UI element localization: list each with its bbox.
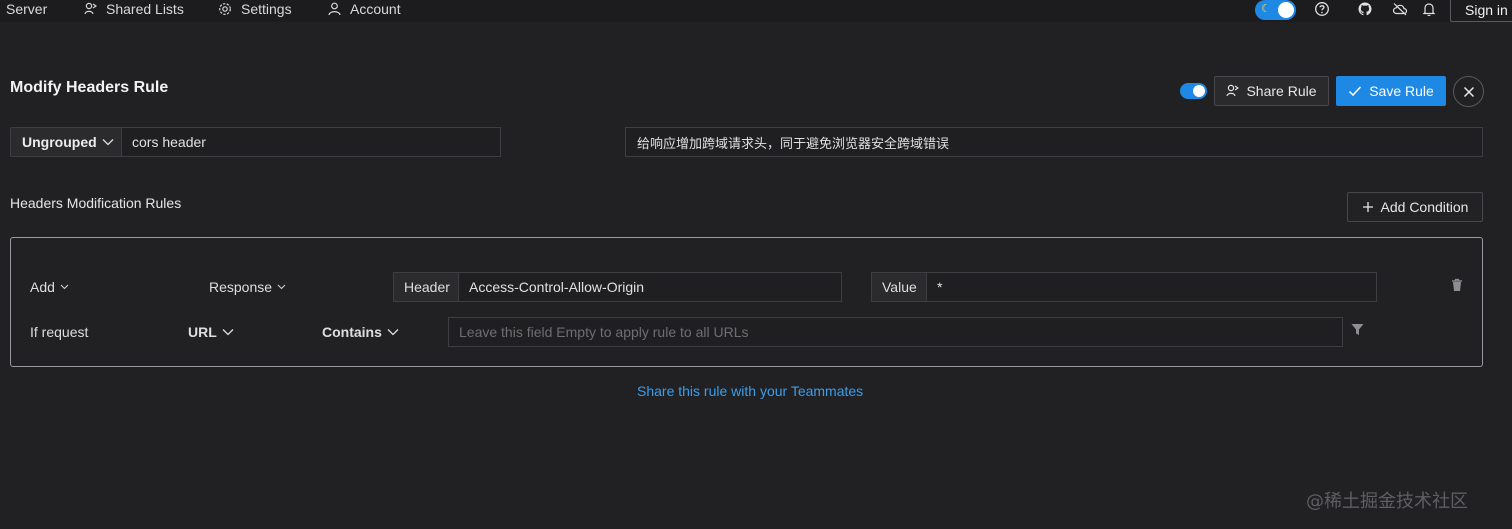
trash-icon[interactable] [1451, 278, 1463, 292]
action-select-value: Add [30, 279, 55, 295]
chevron-down-icon [60, 284, 69, 290]
rule-name-value: cors header [132, 134, 206, 150]
gear-icon [219, 3, 231, 15]
close-icon [1463, 86, 1474, 97]
save-rule-button[interactable]: Save Rule [1336, 76, 1446, 106]
theme-toggle[interactable]: ☾ [1255, 0, 1296, 20]
nav-item-server[interactable]: Server [0, 0, 47, 18]
header-name-input[interactable]: Access-Control-Allow-Origin [458, 272, 842, 302]
moon-icon: ☾ [1261, 3, 1271, 15]
nav-item-account[interactable]: Account [328, 0, 401, 18]
rule-pair-card [10, 237, 1483, 367]
nav-item-settings[interactable]: Settings [218, 0, 292, 18]
chevron-down-icon [222, 329, 234, 336]
page-title: Modify Headers Rule [10, 79, 169, 96]
rule-name-input[interactable]: cors header [121, 127, 501, 157]
target-select[interactable]: Response [209, 277, 286, 297]
add-condition-label: Add Condition [1380, 199, 1469, 215]
rule-description-input[interactable]: 给响应增加跨域请求头，同于避免浏览器安全跨域错误 [625, 127, 1483, 157]
value-addon: Value [871, 272, 927, 302]
operator-select-value: Contains [322, 324, 382, 340]
share-rule-label: Share Rule [1246, 83, 1317, 99]
url-input[interactable]: Leave this field Empty to apply rule to … [448, 317, 1343, 347]
help-icon[interactable] [1314, 1, 1330, 17]
target-select-value: Response [209, 279, 273, 295]
close-button[interactable] [1453, 76, 1484, 107]
rule-description-value: 给响应增加跨域请求头，同于避免浏览器安全跨域错误 [637, 136, 950, 152]
share-with-teammates-link[interactable]: Share this rule with your Teammates [637, 383, 863, 399]
watermark: @稀土掘金技术社区 [1306, 491, 1468, 512]
nav-item-label: Account [350, 1, 401, 17]
add-condition-button[interactable]: Add Condition [1347, 192, 1483, 222]
operator-select[interactable]: Contains [322, 322, 399, 342]
chevron-down-icon [387, 329, 399, 336]
bell-icon[interactable] [1421, 1, 1437, 17]
action-select[interactable]: Add [30, 277, 69, 297]
rule-status-toggle[interactable] [1180, 83, 1207, 99]
plus-icon [1362, 202, 1373, 212]
chevron-down-icon [102, 139, 114, 146]
condition-label-text: If request [30, 324, 89, 340]
nav-item-label: Server [6, 1, 48, 17]
nav-item-label: Settings [241, 1, 292, 17]
save-rule-label: Save Rule [1369, 83, 1434, 99]
chevron-down-icon [277, 284, 286, 290]
cloud-off-icon[interactable] [1392, 1, 1408, 17]
group-select-value: Ungrouped [22, 134, 97, 150]
nav-item-shared-lists[interactable]: Shared Lists [84, 0, 184, 18]
group-select[interactable]: Ungrouped [10, 127, 122, 157]
share-users-icon [84, 2, 97, 15]
header-addon-label: Header [404, 279, 450, 295]
sign-in-button[interactable]: Sign in [1450, 0, 1512, 22]
section-title: Headers Modification Rules [10, 195, 182, 211]
filter-icon[interactable] [1351, 323, 1364, 336]
user-icon [328, 2, 341, 16]
header-value-input[interactable]: * [926, 272, 1377, 302]
source-select[interactable]: URL [188, 322, 234, 342]
toggle-knob [1193, 85, 1205, 97]
share-rule-button[interactable]: Share Rule [1214, 76, 1329, 106]
value-addon-label: Value [882, 279, 917, 295]
check-icon [1349, 86, 1362, 97]
toggle-knob [1278, 2, 1294, 18]
header-value-value: * [937, 279, 943, 295]
header-name-value: Access-Control-Allow-Origin [469, 279, 645, 295]
github-icon[interactable] [1357, 1, 1373, 17]
share-users-icon [1226, 84, 1240, 97]
source-select-value: URL [188, 324, 217, 340]
condition-label: If request [30, 322, 88, 342]
header-addon: Header [393, 272, 459, 302]
top-navigation: Server Shared Lists Settings Account ☾ S… [0, 0, 1512, 22]
nav-item-label: Shared Lists [106, 1, 184, 17]
url-input-placeholder: Leave this field Empty to apply rule to … [459, 324, 749, 340]
